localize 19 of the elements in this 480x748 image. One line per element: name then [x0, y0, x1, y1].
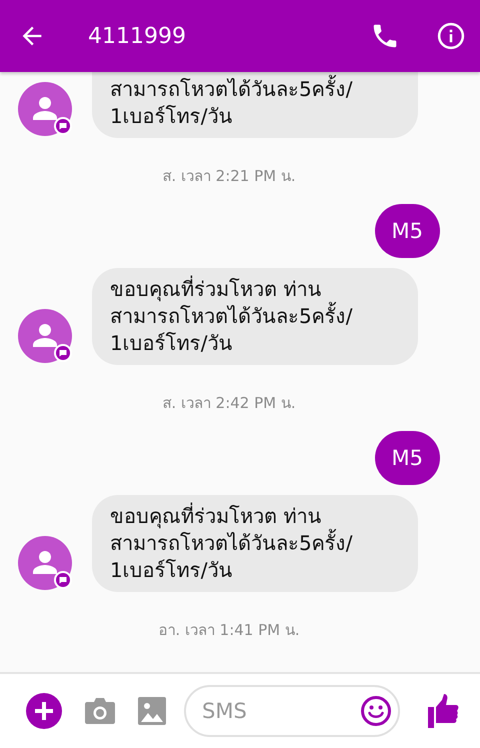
thumbs-up-icon	[428, 694, 460, 728]
contact-avatar	[18, 536, 74, 592]
contact-avatar	[18, 309, 74, 365]
emoji-icon[interactable]	[360, 695, 392, 727]
message-timestamp: อา. เวลา 1:41 PM น.	[158, 620, 300, 641]
contact-avatar	[18, 82, 74, 138]
message-input[interactable]: SMS	[184, 685, 400, 737]
plus-icon	[26, 693, 62, 729]
image-icon	[138, 697, 166, 725]
camera-icon	[84, 697, 116, 725]
sent-message: M5	[374, 204, 440, 258]
received-message: ขอบคุณที่ร่วมโหวต ท่าน สามารถโหวตได้วันละ5ครั้ง/ 1เบอร์โทร/วัน	[92, 495, 418, 592]
info-icon	[436, 21, 466, 51]
contact-number: 4111999	[88, 24, 187, 48]
received-message: สามารถโหวตได้วันละ5ครั้ง/ 1เบอร์โทร/วัน	[92, 72, 418, 138]
message-timestamp: ส. เวลา 2:42 PM น.	[162, 393, 296, 414]
received-message: ขอบคุณที่ร่วมโหวต ท่าน สามารถโหวตได้วันละ5ครั้ง/ 1เบอร์โทร/วัน	[92, 268, 418, 365]
sent-message: M5	[374, 431, 440, 485]
message-timestamp: ส. เวลา 2:21 PM น.	[162, 166, 296, 187]
